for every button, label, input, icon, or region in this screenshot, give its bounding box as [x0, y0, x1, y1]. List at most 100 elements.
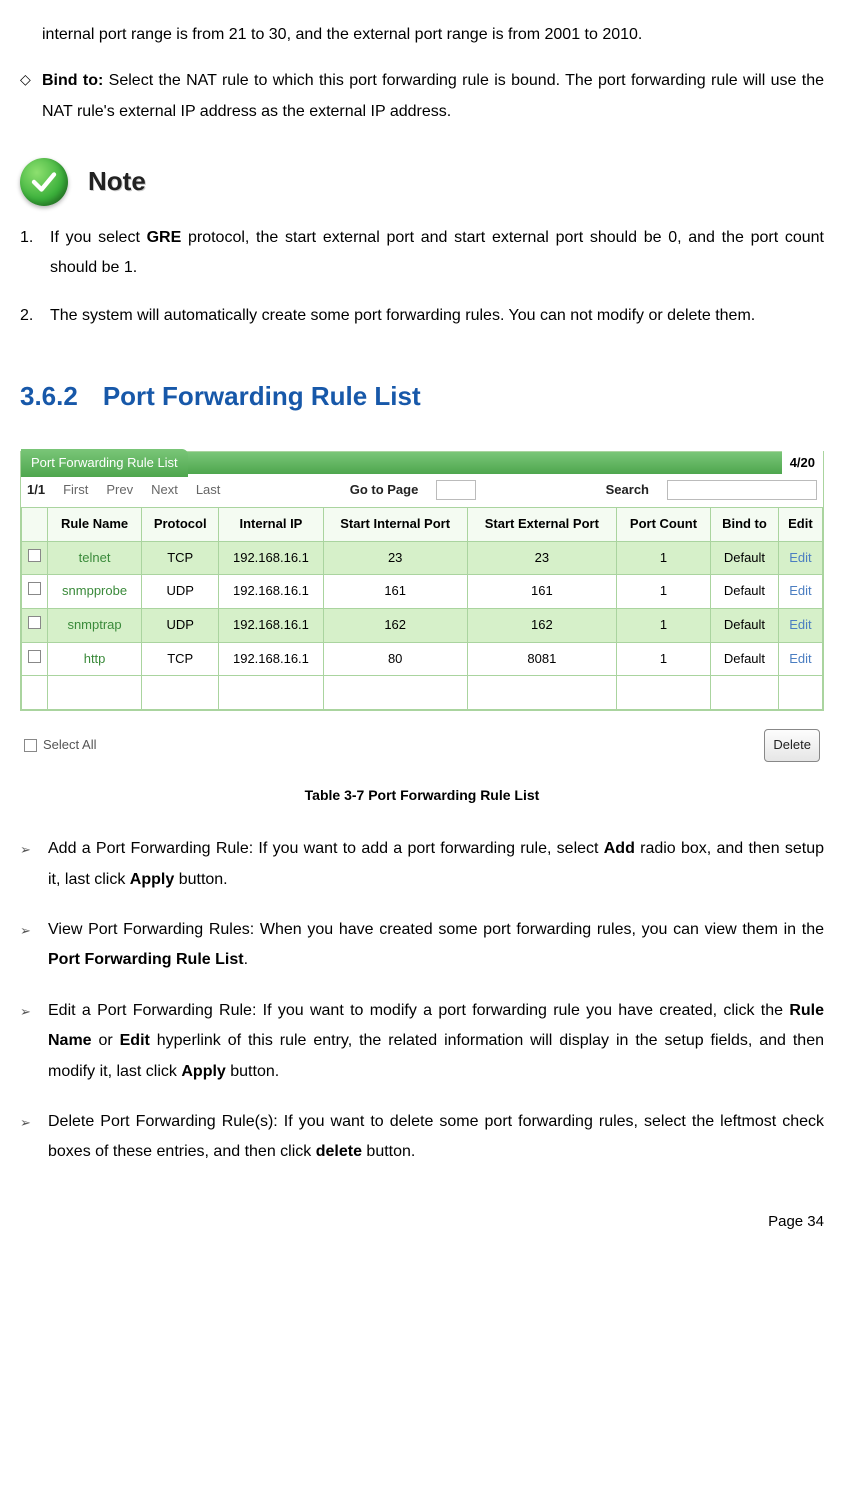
table-cell: 1	[616, 642, 710, 676]
table-cell	[22, 642, 48, 676]
rule-name-link[interactable]: http	[48, 642, 142, 676]
table-row	[22, 676, 823, 710]
arrow-bullet-icon: ➢	[20, 996, 48, 1087]
note-block: Note	[20, 157, 824, 206]
diamond-bullet-icon: ◇	[20, 66, 42, 127]
check-circle-icon	[20, 158, 68, 206]
table-title: Port Forwarding Rule List	[21, 449, 188, 478]
table-cell: Default	[711, 642, 779, 676]
table-cell: UDP	[142, 608, 219, 642]
row-checkbox[interactable]	[28, 650, 41, 663]
bind-to-label: Bind to:	[42, 72, 103, 89]
table-cell: 192.168.16.1	[219, 608, 323, 642]
table-cell: 192.168.16.1	[219, 575, 323, 609]
table-cell: 8081	[467, 642, 616, 676]
table-cell: Default	[711, 608, 779, 642]
select-all[interactable]: Select All	[24, 733, 96, 758]
table-cell	[616, 676, 710, 710]
next-link[interactable]: Next	[151, 478, 178, 503]
select-all-checkbox[interactable]	[24, 739, 37, 752]
table-row: snmpprobeUDP192.168.16.11611611DefaultEd…	[22, 575, 823, 609]
table-cell: Default	[711, 541, 779, 575]
edit-link[interactable]: Edit	[778, 541, 822, 575]
table-header: Protocol	[142, 507, 219, 541]
table-cell: 161	[467, 575, 616, 609]
edit-link[interactable]: Edit	[778, 642, 822, 676]
edit-link[interactable]: Edit	[778, 608, 822, 642]
table-cell: 192.168.16.1	[219, 642, 323, 676]
table-header: Start External Port	[467, 507, 616, 541]
table-cell	[48, 676, 142, 710]
prev-link[interactable]: Prev	[106, 478, 133, 503]
row-checkbox[interactable]	[28, 582, 41, 595]
table-cell	[22, 541, 48, 575]
note-text: The system will automatically create som…	[50, 301, 824, 331]
arrow-bullet-icon: ➢	[20, 1107, 48, 1168]
table-nav-row: 1/1 First Prev Next Last Go to Page Sear…	[21, 474, 823, 507]
note-item: 2.The system will automatically create s…	[20, 301, 824, 331]
row-checkbox[interactable]	[28, 616, 41, 629]
table-header: Port Count	[616, 507, 710, 541]
select-all-label: Select All	[43, 733, 96, 758]
table-cell	[22, 608, 48, 642]
arrow-item: ➢Add a Port Forwarding Rule: If you want…	[20, 834, 824, 895]
top-paragraph: internal port range is from 21 to 30, an…	[42, 20, 824, 50]
table-cell: 80	[323, 642, 467, 676]
diamond-item: ◇ Bind to: Select the NAT rule to which …	[20, 66, 824, 127]
table-cell	[467, 676, 616, 710]
arrow-text: Add a Port Forwarding Rule: If you want …	[48, 834, 824, 895]
table-cell: 162	[323, 608, 467, 642]
row-checkbox[interactable]	[28, 549, 41, 562]
table-cell: TCP	[142, 642, 219, 676]
table-cell: TCP	[142, 541, 219, 575]
table-cell	[711, 676, 779, 710]
table-row: snmptrapUDP192.168.16.11621621DefaultEdi…	[22, 608, 823, 642]
last-link[interactable]: Last	[196, 478, 221, 503]
arrow-bullet-icon: ➢	[20, 915, 48, 976]
rule-name-link[interactable]: telnet	[48, 541, 142, 575]
rule-name-link[interactable]: snmpprobe	[48, 575, 142, 609]
table-cell: UDP	[142, 575, 219, 609]
rule-name-link[interactable]: snmptrap	[48, 608, 142, 642]
table-header: Rule Name	[48, 507, 142, 541]
first-link[interactable]: First	[63, 478, 88, 503]
table-cell: 1	[616, 608, 710, 642]
arrow-item: ➢Delete Port Forwarding Rule(s): If you …	[20, 1107, 824, 1168]
table-header: Start Internal Port	[323, 507, 467, 541]
table-header: Internal IP	[219, 507, 323, 541]
search-input[interactable]	[667, 480, 817, 500]
table-cell	[219, 676, 323, 710]
arrow-text: Delete Port Forwarding Rule(s): If you w…	[48, 1107, 824, 1168]
table-cell: 1	[616, 541, 710, 575]
delete-button[interactable]: Delete	[764, 729, 820, 762]
bind-to-text: Select the NAT rule to which this port f…	[42, 72, 824, 119]
table-row: telnetTCP192.168.16.123231DefaultEdit	[22, 541, 823, 575]
table-cell	[778, 676, 822, 710]
table-cell: 161	[323, 575, 467, 609]
section-heading: 3.6.2 Port Forwarding Rule List	[20, 372, 824, 421]
table-header: Bind to	[711, 507, 779, 541]
section-number: 3.6.2	[20, 381, 78, 411]
table-title-row: Port Forwarding Rule List 4/20	[21, 452, 823, 474]
note-number: 1.	[20, 223, 50, 284]
rules-table: Rule NameProtocolInternal IPStart Intern…	[21, 507, 823, 710]
table-cell: 1	[616, 575, 710, 609]
note-item: 1.If you select GRE protocol, the start …	[20, 223, 824, 284]
arrow-item: ➢View Port Forwarding Rules: When you ha…	[20, 915, 824, 976]
arrow-text: Edit a Port Forwarding Rule: If you want…	[48, 996, 824, 1087]
table-count: 4/20	[782, 449, 823, 478]
edit-link[interactable]: Edit	[778, 575, 822, 609]
table-footer: Select All Delete	[20, 719, 824, 762]
table-cell: 162	[467, 608, 616, 642]
section-title: Port Forwarding Rule List	[103, 381, 421, 411]
table-container: Port Forwarding Rule List 4/20 1/1 First…	[20, 451, 824, 711]
table-cell: 23	[323, 541, 467, 575]
table-cell: 192.168.16.1	[219, 541, 323, 575]
search-label: Search	[606, 478, 649, 503]
table-cell	[323, 676, 467, 710]
page-indicator: 1/1	[27, 478, 45, 503]
goto-page-input[interactable]	[436, 480, 476, 500]
note-label: Note	[88, 157, 146, 206]
diamond-text: Bind to: Select the NAT rule to which th…	[42, 66, 824, 127]
table-row: httpTCP192.168.16.18080811DefaultEdit	[22, 642, 823, 676]
